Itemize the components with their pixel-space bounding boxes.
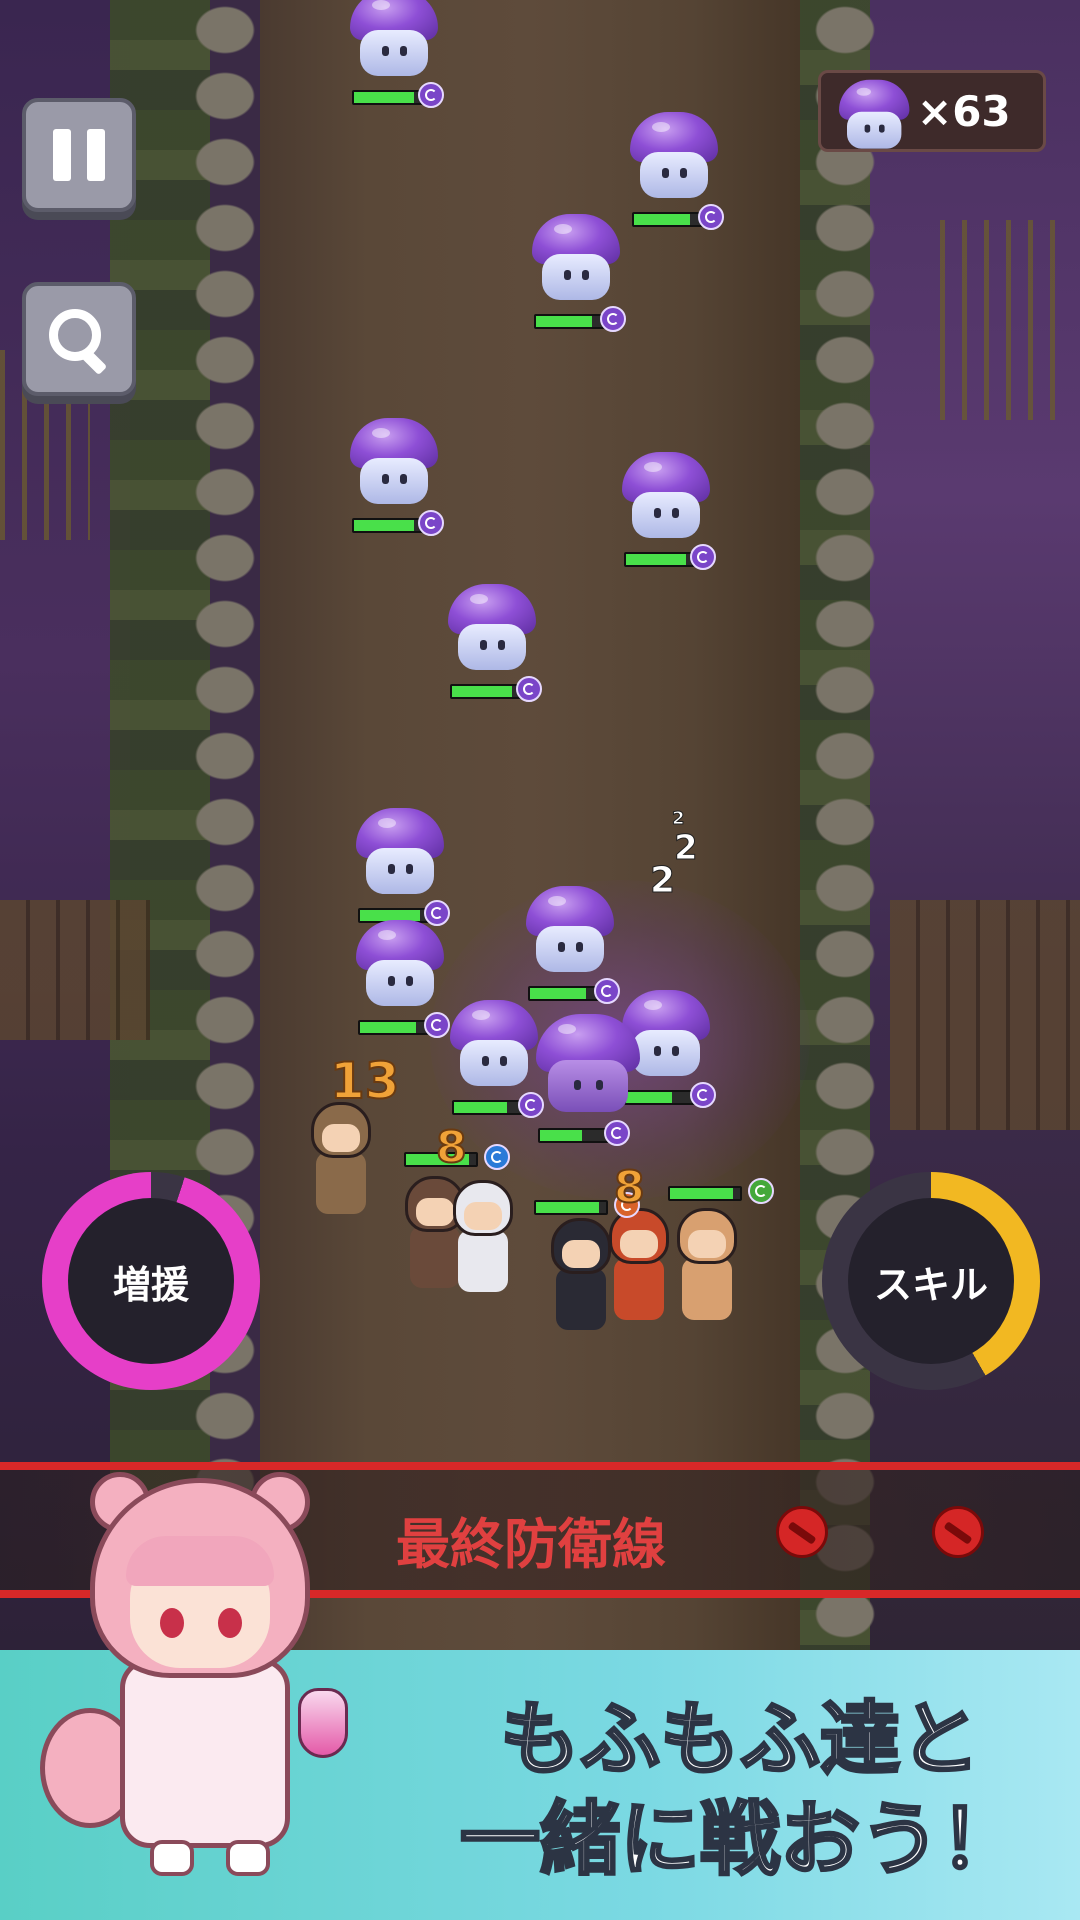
defense-line-top bbox=[0, 1462, 1080, 1470]
pause-button[interactable] bbox=[22, 98, 136, 212]
wood-planks-right bbox=[890, 900, 1080, 1130]
squirrel-hood-hero bbox=[302, 1102, 380, 1222]
purple-mushroom bbox=[350, 418, 438, 518]
damage-number: 8 bbox=[435, 1121, 468, 1174]
skill-label: スキル bbox=[873, 1262, 988, 1307]
purple-mushroom bbox=[448, 584, 536, 684]
damage-number: 8 bbox=[613, 1161, 646, 1214]
enemy-hp-bar bbox=[452, 1100, 526, 1115]
enemy-hp-bar bbox=[352, 90, 426, 105]
stone-border-left bbox=[190, 0, 260, 1650]
magnifier-icon bbox=[49, 309, 109, 376]
battlefield: 13 8 8 2 2 2 bbox=[0, 0, 1080, 1650]
dark-element-icon bbox=[418, 510, 444, 536]
reeds-right bbox=[940, 220, 1060, 420]
enemy-hp-bar bbox=[358, 1020, 432, 1035]
damage-number: 13 bbox=[329, 1051, 401, 1111]
pause-icon bbox=[53, 129, 105, 181]
catchphrase: もふもふ達と 一緒に戦おう！ bbox=[420, 1690, 1060, 1890]
enemy-hp-bar bbox=[534, 314, 608, 329]
red-fox-hood-hero bbox=[600, 1208, 678, 1328]
purple-mushroom bbox=[622, 452, 710, 552]
enemy-hp-bar bbox=[528, 986, 602, 1001]
purple-mushroom-icon bbox=[839, 79, 910, 149]
dark-element-icon bbox=[516, 676, 542, 702]
enemy-hp-bar bbox=[624, 552, 698, 567]
purple-mushroom bbox=[526, 886, 614, 986]
water-element-icon bbox=[484, 1144, 510, 1170]
enemy-hp-bar bbox=[352, 518, 426, 533]
leaf-element-icon bbox=[748, 1178, 774, 1204]
hero-hp-bar bbox=[534, 1200, 608, 1215]
dark-element-icon bbox=[690, 544, 716, 570]
dark-element-icon bbox=[690, 1082, 716, 1108]
mascot-character bbox=[40, 1472, 350, 1898]
enemy-count: ×63 bbox=[917, 86, 1011, 136]
reinforce-button[interactable]: 増援 bbox=[42, 1172, 260, 1390]
no-entry-icon bbox=[776, 1506, 828, 1558]
purple-mushroom-large bbox=[536, 1014, 640, 1126]
purple-mushroom bbox=[350, 0, 438, 90]
dark-element-icon bbox=[600, 306, 626, 332]
sleep-z: 2 bbox=[672, 808, 685, 830]
purple-mushroom bbox=[356, 920, 444, 1020]
purple-mushroom bbox=[630, 112, 718, 212]
hero-hp-bar bbox=[668, 1186, 742, 1201]
purple-mushroom bbox=[356, 808, 444, 908]
dirt-road bbox=[260, 0, 800, 1650]
no-entry-icon bbox=[932, 1506, 984, 1558]
panda-hood-hero bbox=[444, 1180, 522, 1300]
reinforce-label: 増援 bbox=[112, 1262, 189, 1307]
catchphrase-line-1: もふもふ達と bbox=[499, 1692, 982, 1788]
sleep-z: 2 bbox=[674, 828, 699, 869]
enemy-hp-bar bbox=[538, 1128, 612, 1143]
dark-element-icon bbox=[424, 1012, 450, 1038]
dark-element-icon bbox=[604, 1120, 630, 1146]
defense-line-label: 最終防衛線 bbox=[396, 1513, 666, 1576]
enemy-hp-bar bbox=[450, 684, 524, 699]
wood-planks-left bbox=[0, 900, 150, 1040]
sleep-z: 2 bbox=[649, 860, 676, 902]
enemy-counter: ×63 bbox=[818, 70, 1046, 152]
catchphrase-line-2: 一緒に戦おう！ bbox=[459, 1792, 1022, 1888]
skill-button[interactable]: スキル bbox=[822, 1172, 1040, 1390]
dark-element-icon bbox=[418, 82, 444, 108]
enemy-hp-bar bbox=[632, 212, 706, 227]
dark-element-icon bbox=[594, 978, 620, 1004]
purple-mushroom bbox=[450, 1000, 538, 1100]
purple-mushroom bbox=[532, 214, 620, 314]
stone-border-right bbox=[810, 0, 880, 1650]
cow-hood-hero bbox=[668, 1208, 746, 1328]
zoom-button[interactable] bbox=[22, 282, 136, 396]
potion-flask-icon bbox=[298, 1688, 348, 1758]
dark-element-icon bbox=[698, 204, 724, 230]
